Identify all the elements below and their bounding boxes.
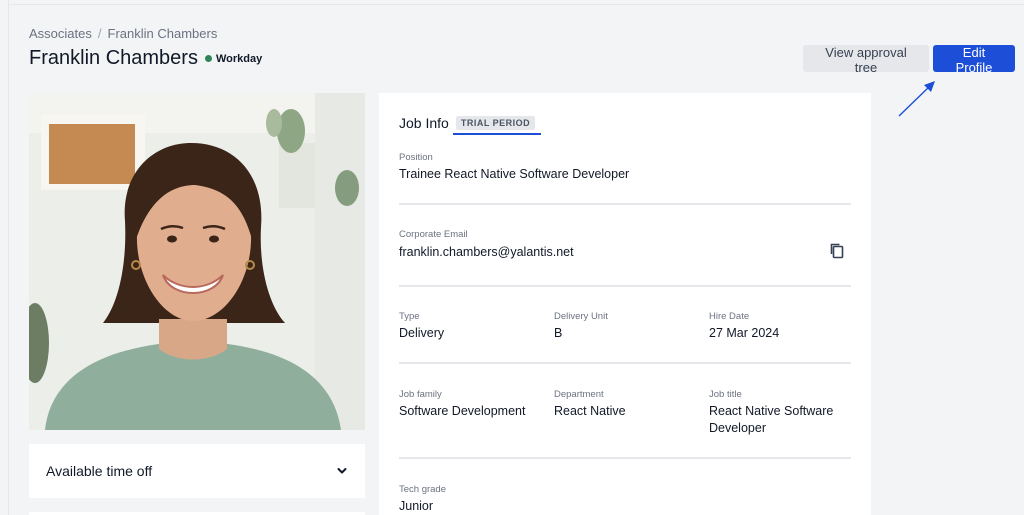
edit-profile-button[interactable]: Edit Profile (933, 45, 1015, 75)
hire-date-value: 27 Mar 2024 (709, 326, 780, 340)
breadcrumb-associates-link[interactable]: Associates (29, 26, 92, 41)
type-label: Type (399, 311, 420, 322)
position-label: Position (399, 152, 433, 163)
department-label: Department (554, 389, 604, 400)
job-title-label: Job title (709, 389, 742, 400)
page-header: Franklin Chambers Workday (29, 47, 262, 70)
type-value: Delivery (399, 326, 445, 340)
department-value: React Native (554, 404, 626, 418)
status-dot-icon (204, 55, 212, 62)
page-top-border (8, 4, 1024, 5)
delivery-unit-value: B (554, 326, 563, 340)
job-title-value-line2: Developer (709, 421, 766, 435)
available-time-off-toggle[interactable]: Available time off (29, 444, 365, 498)
chevron-down-icon[interactable] (337, 467, 347, 475)
job-info-header: Job Info TRIAL PERIOD (399, 115, 536, 131)
job-family-value: Software Development (399, 404, 526, 418)
tech-grade-label: Tech grade (399, 484, 447, 495)
corporate-email-value: franklin.chambers@yalantis.net (399, 245, 574, 259)
status-badge: Workday (215, 52, 263, 65)
profile-photo (29, 93, 365, 430)
page-left-border (8, 0, 9, 515)
divider (399, 203, 851, 205)
copy-icon[interactable] (829, 242, 845, 260)
tech-grade-value: Junior (399, 499, 434, 513)
hire-date-label: Hire Date (709, 311, 750, 322)
breadcrumb-current: Franklin Chambers (107, 26, 218, 41)
corporate-email-label: Corporate Email (399, 229, 468, 240)
active-tab-indicator (453, 133, 541, 135)
job-title-value-line1: React Native Software (709, 404, 834, 418)
view-approval-tree-button[interactable]: View approval tree (803, 45, 929, 75)
annotation-arrow-icon (898, 81, 935, 117)
divider (399, 362, 851, 364)
position-value: Trainee React Native Software Developer (399, 167, 630, 181)
delivery-unit-label: Delivery Unit (554, 311, 608, 322)
job-family-label: Job family (399, 389, 442, 400)
divider (399, 457, 851, 459)
job-info-title: Job Info (399, 115, 449, 131)
divider (399, 285, 851, 287)
trial-period-badge: TRIAL PERIOD (455, 116, 536, 130)
breadcrumb-separator: / (97, 26, 102, 41)
available-time-off-label: Available time off (46, 463, 153, 479)
job-info-card: Job Info TRIAL PERIOD Position Trainee R… (379, 93, 871, 515)
page-title: Franklin Chambers (29, 47, 198, 69)
breadcrumb: Associates / Franklin Chambers (29, 26, 217, 41)
